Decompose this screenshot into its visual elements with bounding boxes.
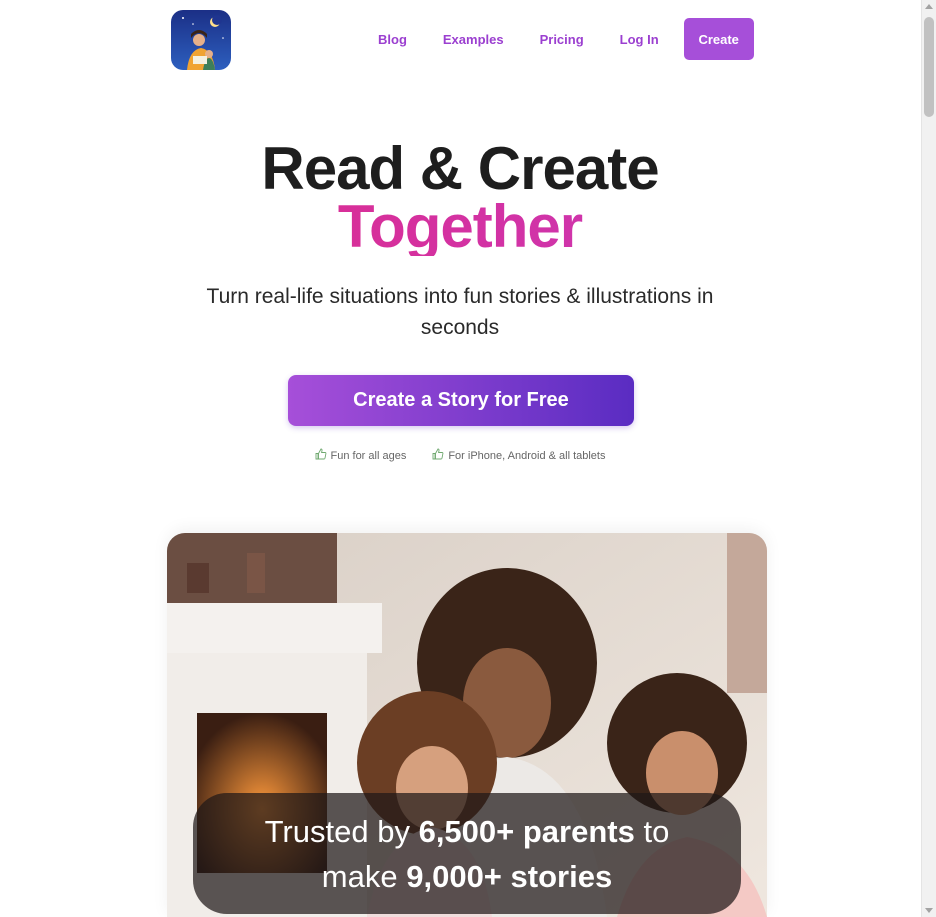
feature-label: For iPhone, Android & all tablets: [448, 449, 606, 462]
hero-subtitle: Turn real-life situations into fun stori…: [206, 285, 714, 339]
nav-pricing-link[interactable]: Pricing: [540, 32, 584, 47]
trust-parents-count: 6,500+ parents: [418, 813, 635, 849]
scroll-up-arrow-icon[interactable]: [925, 4, 933, 9]
nav-create-button[interactable]: Create: [683, 18, 754, 60]
thumbs-up-icon: [432, 448, 444, 463]
feature-item: Fun for all ages: [315, 448, 407, 463]
nav-examples-link[interactable]: Examples: [443, 32, 504, 47]
page-scrollbar[interactable]: [921, 0, 936, 917]
trust-make: make: [321, 858, 398, 894]
nav-blog-link[interactable]: Blog: [378, 32, 407, 47]
trust-line-2: make 9,000+ stories: [193, 854, 741, 899]
hero-title-accent: Together: [0, 197, 920, 257]
create-story-button[interactable]: Create a Story for Free: [288, 375, 634, 426]
scroll-thumb[interactable]: [924, 17, 934, 117]
trust-banner: Trusted by 6,500+ parents to make 9,000+…: [193, 793, 741, 914]
feature-list: Fun for all ages For iPhone, Android & a…: [0, 448, 920, 463]
trust-prefix: Trusted by: [264, 813, 410, 849]
trust-line-1: Trusted by 6,500+ parents to: [193, 809, 741, 854]
trust-stories-count: 9,000+ stories: [406, 858, 613, 894]
hero-title-line1: Read & Create: [261, 135, 659, 202]
scroll-down-arrow-icon[interactable]: [925, 908, 933, 913]
feature-item: For iPhone, Android & all tablets: [432, 448, 605, 463]
feature-label: Fun for all ages: [330, 449, 407, 462]
app-logo-icon[interactable]: [171, 10, 231, 70]
trust-to: to: [643, 813, 670, 849]
hero-title: Read & Create Together: [0, 139, 920, 257]
nav-login-link[interactable]: Log In: [620, 32, 659, 47]
main-nav: Blog Examples Pricing Log In Create: [360, 18, 754, 60]
hero-photo: Trusted by 6,500+ parents to make 9,000+…: [167, 533, 767, 917]
thumbs-up-icon: [315, 448, 327, 463]
